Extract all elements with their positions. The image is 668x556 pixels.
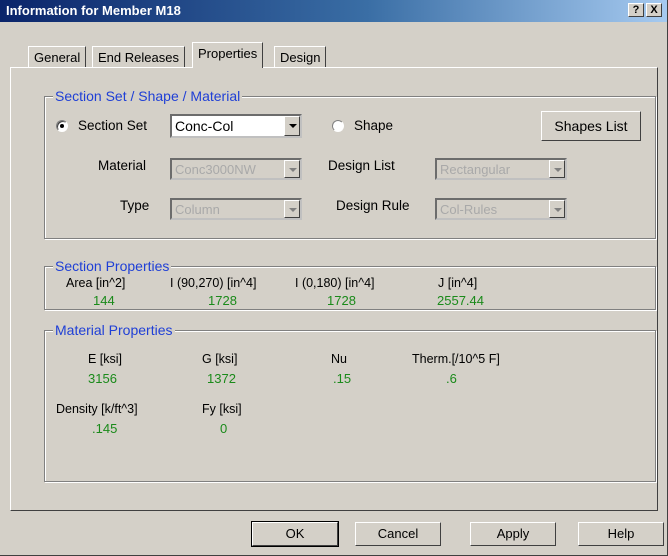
shape-label: Shape (354, 118, 394, 133)
j-header: J [in^4] (438, 276, 478, 290)
density-header: Density [k/ft^3] (56, 402, 138, 416)
shapes-list-button[interactable]: Shapes List (541, 111, 641, 141)
design-rule-value: Col-Rules (440, 202, 498, 217)
help-title-button[interactable]: ? (628, 3, 644, 17)
cancel-button[interactable]: Cancel (355, 522, 441, 546)
fy-header: Fy [ksi] (202, 402, 242, 416)
help-button[interactable]: Help (578, 522, 664, 546)
design-rule-label: Design Rule (336, 198, 410, 213)
area-value: 144 (93, 293, 115, 308)
close-title-button[interactable]: X (646, 3, 662, 17)
design-list-value: Rectangular (440, 162, 511, 177)
section-properties-label: Section Properties (53, 258, 172, 274)
chevron-down-icon (549, 200, 565, 218)
tab-design[interactable]: Design (274, 46, 327, 68)
shape-radio[interactable] (332, 120, 344, 132)
design-list-dropdown[interactable]: Rectangular (435, 158, 567, 180)
section-set-group-label: Section Set / Shape / Material (53, 88, 243, 104)
chevron-down-icon (284, 200, 300, 218)
i-90-270-header: I (90,270) [in^4] (170, 276, 257, 290)
j-value: 2557.44 (437, 293, 484, 308)
material-properties-label: Material Properties (53, 322, 175, 338)
chevron-down-icon (284, 116, 300, 136)
material-label: Material (98, 158, 147, 173)
type-value: Column (175, 202, 220, 217)
therm-header: Therm.[/10^5 F] (412, 352, 500, 366)
g-value: 1372 (207, 371, 236, 386)
g-header: G [ksi] (202, 352, 238, 366)
material-dropdown[interactable]: Conc3000NW (170, 158, 302, 180)
tab-end-releases[interactable]: End Releases (92, 46, 185, 68)
section-set-radio[interactable] (56, 120, 68, 132)
type-label: Type (120, 198, 150, 213)
tab-general[interactable]: General (28, 46, 87, 68)
member-info-dialog: Information for Member M18 ? X General E… (0, 0, 668, 556)
i-90-270-value: 1728 (208, 293, 237, 308)
design-list-label: Design List (328, 158, 395, 173)
title-bar: Information for Member M18 ? X (0, 0, 667, 22)
ok-button[interactable]: OK (251, 521, 339, 547)
i-0-180-header: I (0,180) [in^4] (295, 276, 375, 290)
e-value: 3156 (88, 371, 117, 386)
fy-value: 0 (220, 421, 228, 436)
chevron-down-icon (549, 160, 565, 178)
section-set-dropdown[interactable]: Conc-Col (170, 114, 302, 138)
tab-properties[interactable]: Properties (192, 42, 264, 68)
window-title: Information for Member M18 (6, 3, 181, 18)
area-header: Area [in^2] (66, 276, 126, 290)
nu-value: .15 (333, 371, 352, 386)
density-value: .145 (92, 421, 118, 436)
material-value: Conc3000NW (175, 162, 256, 177)
apply-button[interactable]: Apply (470, 522, 556, 546)
e-header: E [ksi] (88, 352, 123, 366)
nu-header: Nu (331, 352, 347, 366)
type-dropdown[interactable]: Column (170, 198, 302, 220)
chevron-down-icon (284, 160, 300, 178)
section-set-value: Conc-Col (175, 118, 234, 134)
design-rule-dropdown[interactable]: Col-Rules (435, 198, 567, 220)
therm-value: .6 (446, 371, 457, 386)
section-set-label: Section Set (78, 118, 148, 133)
i-0-180-value: 1728 (327, 293, 356, 308)
